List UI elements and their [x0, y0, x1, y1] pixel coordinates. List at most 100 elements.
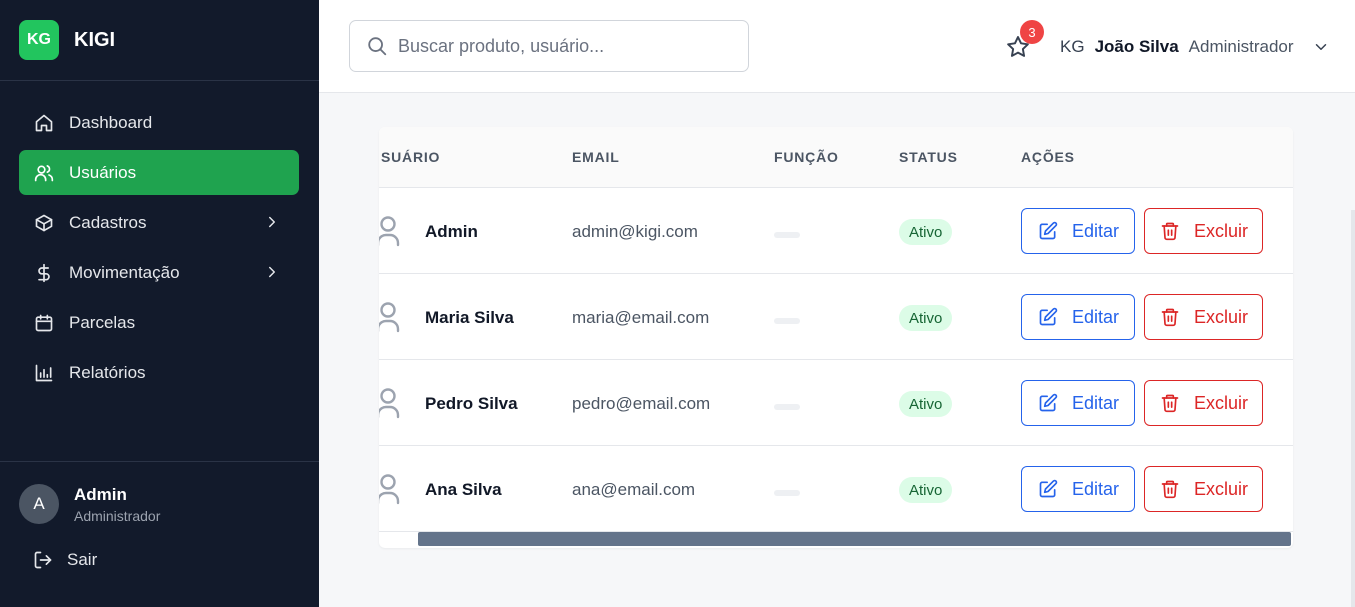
sidebar-item-label: Usuários — [69, 162, 137, 182]
status-badge: Ativo — [899, 477, 953, 503]
brand-logo[interactable]: KG — [19, 20, 59, 60]
delete-label: Excluir — [1194, 220, 1249, 241]
delete-button[interactable]: Excluir — [1144, 466, 1263, 512]
edit-label: Editar — [1072, 220, 1120, 241]
user-name: Admin — [74, 484, 127, 504]
trash-icon — [1161, 308, 1179, 327]
logout-button[interactable]: Sair — [0, 550, 319, 570]
chevron-down-icon — [1315, 44, 1326, 50]
profile-role: Administrador — [1188, 37, 1294, 56]
profile-name: João Silva — [1094, 37, 1179, 56]
sidebar-item-label: Movimentação — [69, 262, 180, 282]
status-badge: Ativo — [899, 305, 953, 331]
home-icon — [33, 112, 55, 134]
users-table: SUÁRIO EMAIL FUNÇÃO STATUS AÇÕES Admin a… — [379, 127, 1293, 548]
bar-chart-icon — [33, 362, 55, 384]
sidebar: KG KIGI Dashboard Usuários Cadastros Mov… — [0, 0, 319, 607]
user-name-cell: Admin — [425, 222, 478, 241]
column-header-email: EMAIL — [572, 149, 620, 165]
user-avatar-icon — [379, 388, 400, 419]
edit-button[interactable]: Editar — [1021, 380, 1135, 426]
column-header-acoes: AÇÕES — [1021, 149, 1075, 165]
user-name-cell: Maria Silva — [425, 308, 514, 327]
edit-label: Editar — [1072, 392, 1120, 413]
table-row: Admin admin@kigi.com Ativo Editar Exclui… — [379, 188, 1293, 274]
user-info: Admin Administrador — [74, 485, 160, 524]
column-header-usuario: SUÁRIO — [381, 149, 441, 165]
sidebar-nav: Dashboard Usuários Cadastros Movimentaçã… — [19, 100, 299, 400]
table-row: Maria Silva maria@email.com Ativo Editar… — [379, 274, 1293, 360]
edit-label: Editar — [1072, 478, 1120, 499]
edit-icon — [1039, 479, 1058, 498]
search-input[interactable] — [398, 35, 728, 57]
edit-button[interactable]: Editar — [1021, 466, 1135, 512]
calendar-icon — [33, 312, 55, 334]
dollar-icon — [33, 262, 55, 284]
status-badge: Ativo — [899, 219, 953, 245]
box-icon — [33, 212, 55, 234]
sidebar-item-label: Relatórios — [69, 362, 146, 382]
chevron-right-icon — [269, 216, 275, 228]
table-header: SUÁRIO EMAIL FUNÇÃO STATUS AÇÕES — [379, 127, 1293, 188]
role-placeholder — [774, 232, 800, 238]
profile-menu[interactable]: KG João Silva Administrador — [1060, 37, 1330, 57]
sidebar-item-cadastros[interactable]: Cadastros — [19, 200, 299, 245]
sidebar-footer: A Admin Administrador Sair — [0, 461, 319, 570]
notification-badge: 3 — [1020, 20, 1044, 44]
chevron-right-icon — [269, 266, 275, 278]
sidebar-item-label: Parcelas — [69, 312, 136, 332]
sidebar-item-relatorios[interactable]: Relatórios — [19, 350, 299, 395]
search-box[interactable] — [349, 20, 749, 72]
user-email-cell: ana@email.com — [572, 480, 696, 499]
status-badge: Ativo — [899, 391, 953, 417]
horizontal-scrollbar[interactable] — [418, 532, 1291, 546]
user-avatar-icon — [379, 216, 400, 247]
search-icon — [368, 37, 387, 56]
user-role: Administrador — [74, 507, 161, 524]
vertical-scrollbar[interactable] — [1351, 210, 1355, 607]
logout-icon — [34, 551, 52, 569]
user-name-cell: Ana Silva — [425, 480, 502, 499]
sidebar-user: A Admin Administrador — [0, 462, 319, 524]
edit-icon — [1039, 307, 1058, 326]
edit-icon — [1039, 393, 1058, 412]
user-email-cell: maria@email.com — [572, 308, 710, 327]
top-header: 3 KG João Silva Administrador — [319, 0, 1355, 93]
users-icon — [33, 162, 55, 184]
role-placeholder — [774, 490, 800, 496]
trash-icon — [1161, 480, 1179, 499]
user-avatar-icon — [379, 474, 400, 505]
delete-label: Excluir — [1194, 478, 1249, 499]
brand-name: KIGI — [74, 28, 116, 51]
role-placeholder — [774, 404, 800, 410]
logout-label: Sair — [67, 550, 98, 569]
sidebar-item-parcelas[interactable]: Parcelas — [19, 300, 299, 345]
role-placeholder — [774, 318, 800, 324]
column-header-funcao: FUNÇÃO — [774, 149, 839, 165]
user-name-cell: Pedro Silva — [425, 394, 518, 413]
edit-icon — [1039, 221, 1058, 240]
edit-button[interactable]: Editar — [1021, 208, 1135, 254]
table-row: Pedro Silva pedro@email.com Ativo Editar… — [379, 360, 1293, 446]
delete-button[interactable]: Excluir — [1144, 294, 1263, 340]
user-email-cell: pedro@email.com — [572, 394, 711, 413]
brand: KG KIGI — [0, 0, 319, 81]
avatar: A — [19, 484, 59, 524]
table-row: Ana Silva ana@email.com Ativo Editar Exc… — [379, 446, 1293, 532]
trash-icon — [1161, 394, 1179, 413]
profile-initials: KG — [1060, 37, 1085, 56]
delete-label: Excluir — [1194, 392, 1249, 413]
sidebar-item-label: Cadastros — [69, 212, 147, 232]
column-header-status: STATUS — [899, 149, 958, 165]
sidebar-item-usuarios[interactable]: Usuários — [19, 150, 299, 195]
user-email-cell: admin@kigi.com — [572, 222, 698, 241]
delete-button[interactable]: Excluir — [1144, 380, 1263, 426]
edit-label: Editar — [1072, 306, 1120, 327]
trash-icon — [1161, 222, 1179, 241]
delete-button[interactable]: Excluir — [1144, 208, 1263, 254]
user-avatar-icon — [379, 302, 400, 333]
sidebar-item-dashboard[interactable]: Dashboard — [19, 100, 299, 145]
sidebar-item-label: Dashboard — [69, 112, 153, 132]
sidebar-item-movimentacao[interactable]: Movimentação — [19, 250, 299, 295]
edit-button[interactable]: Editar — [1021, 294, 1135, 340]
